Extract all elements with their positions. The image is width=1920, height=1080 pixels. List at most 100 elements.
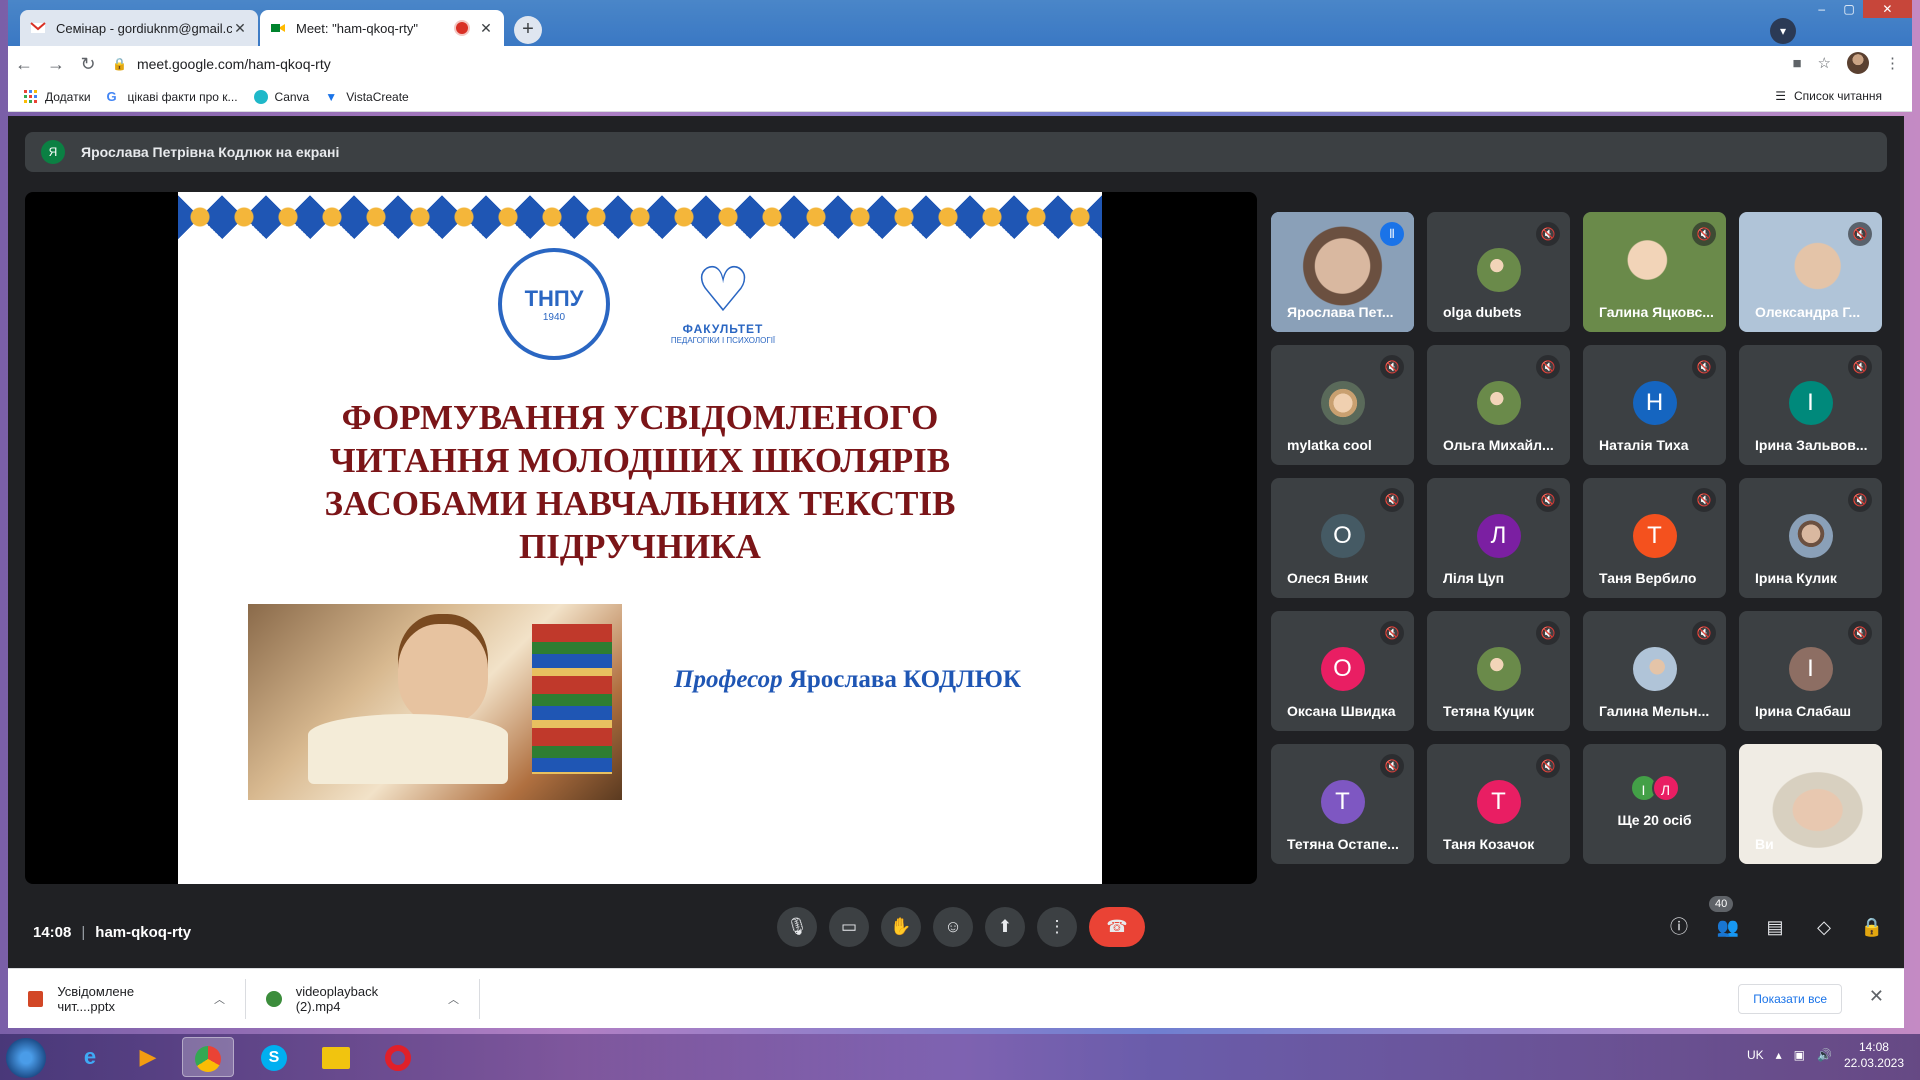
leave-call-button[interactable]: ☎ [1089,907,1145,947]
participant-tile[interactable]: Т 🔇 Таня Вербило [1583,478,1726,598]
forward-icon[interactable]: → [40,54,72,75]
mic-off-icon: 🔇 [1848,488,1872,512]
participant-tile[interactable]: ⦀ Ярослава Пет... [1271,212,1414,332]
raise-hand-button[interactable]: ✋ [881,907,921,947]
chevron-up-icon[interactable]: ︿ [214,991,225,1007]
network-icon[interactable]: ▣ [1794,1048,1805,1062]
participant-tile[interactable]: 🔇 Ірина Кулик [1739,478,1882,598]
download-item[interactable]: videoplayback (2).mp4 ︿ [246,979,480,1019]
slide-title-line: ЗАСОБАМИ НАВЧАЛЬНИХ ТЕКСТІВ [324,484,956,523]
present-button[interactable]: ⬆ [985,907,1025,947]
back-icon[interactable]: ← [8,54,40,75]
people-button[interactable]: 40 👥 [1709,896,1743,942]
media-player-icon[interactable]: ▶ [122,1037,174,1077]
participant-tile[interactable]: 🔇 Олександра Г... [1739,212,1882,332]
camera-button[interactable]: ▭ [829,907,869,947]
close-window-icon[interactable]: ✕ [1862,0,1913,18]
reading-list-label: Список читання [1793,89,1882,103]
participant-tile[interactable]: Т 🔇 Таня Козачок [1427,744,1570,864]
mic-off-icon: 🔇 [1848,621,1872,645]
participant-tile[interactable]: Т 🔇 Тетяна Остапе... [1271,744,1414,864]
volume-icon[interactable]: 🔊 [1817,1048,1832,1062]
participant-name: Оксана Швидка [1287,703,1396,719]
participant-tile[interactable]: І 🔇 Ірина Зальвов... [1739,345,1882,465]
activities-button[interactable]: ◇ [1809,912,1839,942]
new-tab-button[interactable]: + [514,16,542,44]
language-indicator[interactable]: UK [1747,1048,1764,1062]
emoji-button[interactable]: ☺ [933,907,973,947]
tab-meet[interactable]: Meet: "ham-qkoq-rty" ✕ [260,10,504,46]
download-item[interactable]: Усвідомлене чит....pptx ︿ [8,979,246,1019]
mic-button[interactable]: 🎙 [777,907,817,947]
more-options-button[interactable]: ⋮ [1037,907,1077,947]
participant-tile[interactable]: О 🔇 Олеся Вник [1271,478,1414,598]
bookmark-apps[interactable]: Додатки [24,89,91,104]
info-icon: ⓘ [1670,917,1688,937]
bookmark-google[interactable]: G цікаві факти про к... [107,89,238,104]
apps-icon [24,89,37,103]
meeting-time: 14:08 [33,924,72,941]
start-button[interactable] [6,1038,46,1078]
reload-icon[interactable]: ↻ [72,54,104,75]
camera-icon: ▭ [840,917,858,936]
participant-tile[interactable]: 🔇 mylatka cool [1271,345,1414,465]
chrome-icon[interactable] [182,1037,234,1077]
mic-off-icon: 🔇 [1536,621,1560,645]
reading-list-button[interactable]: ☰ Список читання [1775,89,1882,103]
lock-icon[interactable]: 🔒 [112,57,127,71]
chevron-up-icon[interactable]: ︿ [448,991,459,1007]
presenting-banner: Я Ярослава Петрівна Кодлюк на екрані [25,132,1887,172]
bookmark-label: Додатки [45,89,91,104]
participant-name: Ірина Кулик [1755,570,1837,586]
minimize-icon[interactable]: – [1808,0,1835,18]
opera-icon[interactable] [372,1037,424,1077]
participant-tile[interactable]: Л 🔇 Ліля Цуп [1427,478,1570,598]
participant-tile[interactable]: 🔇 olga dubets [1427,212,1570,332]
participant-tile[interactable]: О 🔇 Оксана Швидка [1271,611,1414,731]
skype-icon[interactable]: S [248,1037,300,1077]
participant-tile[interactable]: Н 🔇 Наталія Тиха [1583,345,1726,465]
show-all-downloads-button[interactable]: Показати все [1738,984,1842,1014]
faculty-logo-subtitle: ПЕДАГОГІКИ І ПСИХОЛОГІЇ [670,336,776,345]
tab-gmail[interactable]: Семінар - gordiuknm@gmail.com ✕ [20,10,258,46]
explorer-icon[interactable] [310,1037,362,1077]
participant-avatar: Т [1476,780,1521,824]
clock[interactable]: 14:08 22.03.2023 [1844,1039,1904,1071]
close-icon[interactable]: ✕ [1869,986,1884,1007]
participant-tile[interactable]: 🔇 Тетяна Куцик [1427,611,1570,731]
meeting-code[interactable]: ham-qkoq-rty [95,924,191,941]
camera-in-use-icon[interactable]: ■ [1792,55,1801,72]
people-count-badge: 40 [1709,896,1734,912]
address-bar[interactable]: 🔒 meet.google.com/ham-qkoq-rty [112,56,331,72]
chat-button[interactable]: ▤ [1760,912,1790,942]
tab-search-icon[interactable]: ▾ [1770,18,1796,44]
participant-tile[interactable]: 🔇 Галина Яцковс... [1583,212,1726,332]
menu-icon[interactable]: ⋮ [1885,54,1900,72]
profile-avatar[interactable] [1847,52,1869,74]
self-tile[interactable]: Ви [1739,744,1882,864]
tray-expand-icon[interactable]: ▴ [1776,1048,1782,1062]
participants-grid: ⦀ Ярослава Пет... 🔇 olga dubets 🔇 Галина Яцко… [1271,212,1887,864]
participant-name: Ольга Михайл... [1443,437,1554,453]
bookmark-canva[interactable]: Canva [253,89,309,104]
more-participants-tile[interactable]: І Л Ще 20 осіб [1583,744,1726,864]
bookmark-vistacreate[interactable]: ▼ VistaCreate [325,90,408,104]
shared-screen[interactable]: ТНПУ 1940 ♡ ФАКУЛЬТЕТ ПЕДАГОГІКИ І ПСИХО… [25,192,1257,884]
participant-avatar [1320,381,1365,425]
participant-tile[interactable]: 🔇 Ольга Михайл... [1427,345,1570,465]
participant-tile[interactable]: І 🔇 Ірина Слабаш [1739,611,1882,731]
mic-off-icon: 🔇 [1380,488,1404,512]
people-icon: 👥 [1716,917,1740,937]
host-controls-button[interactable]: 🔒 [1857,912,1887,942]
mic-off-icon: 🔇 [1536,754,1560,778]
slide-ornament [178,192,1102,242]
mic-off-icon: 🔇 [1848,355,1872,379]
meeting-info-button[interactable]: ⓘ [1664,912,1694,942]
maximize-icon[interactable]: ▢ [1835,0,1862,18]
presenter-avatar: Я [41,140,65,164]
close-tab-icon[interactable]: ✕ [232,20,248,37]
bookmark-star-icon[interactable]: ☆ [1818,54,1831,72]
internet-explorer-icon[interactable]: e [64,1037,116,1077]
close-tab-icon[interactable]: ✕ [478,20,494,37]
participant-tile[interactable]: 🔇 Галина Мельн... [1583,611,1726,731]
